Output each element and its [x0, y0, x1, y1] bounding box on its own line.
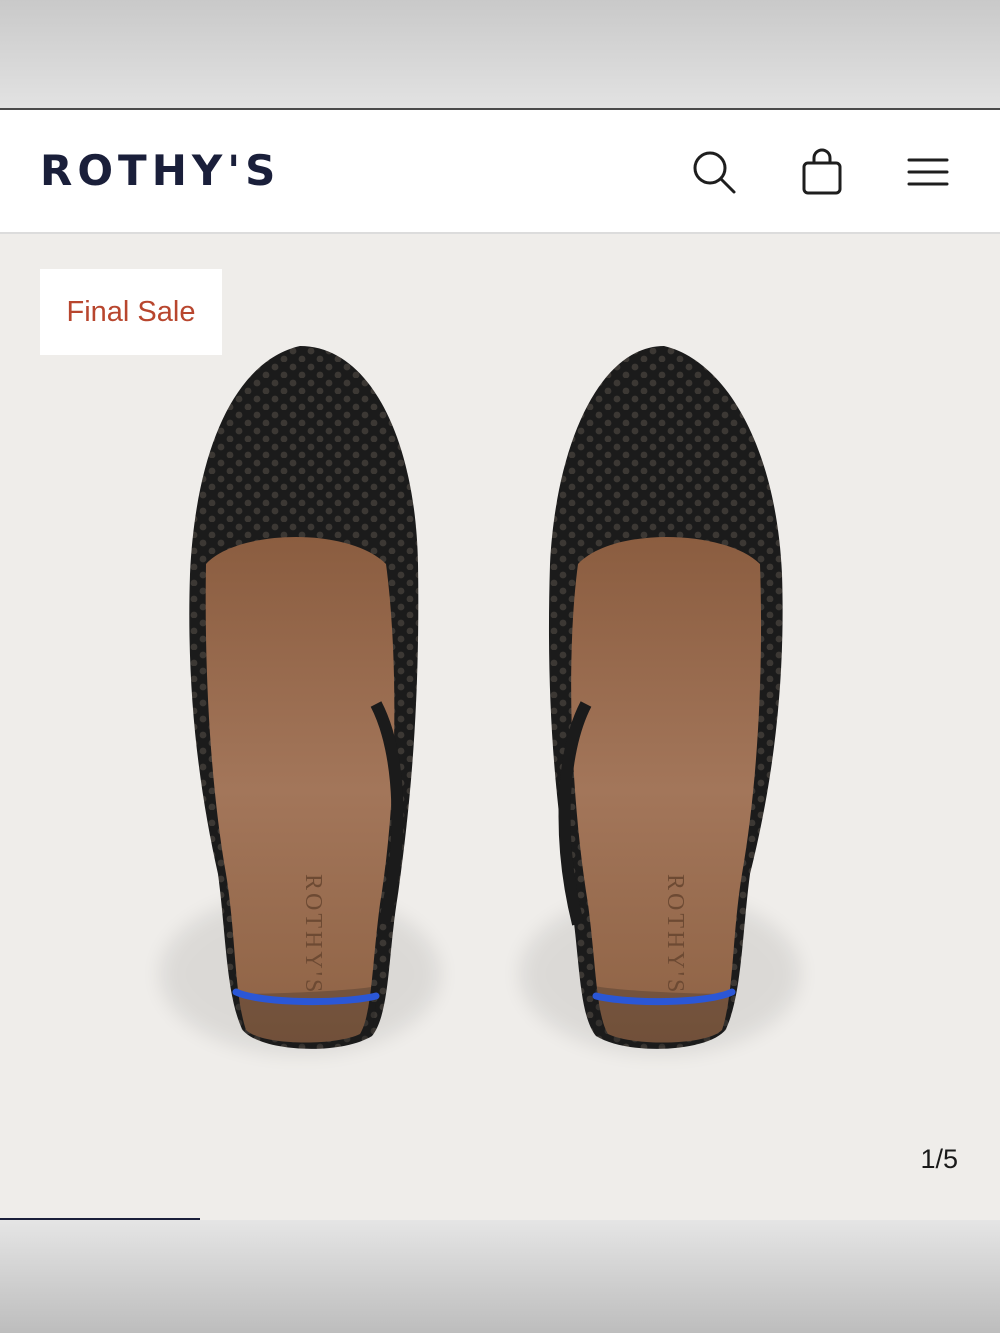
brand-logo[interactable]: ROTHY'S [40, 146, 280, 195]
menu-icon[interactable] [900, 144, 956, 200]
site-header: ROTHY'S [0, 122, 1000, 234]
shopping-bag-icon[interactable] [794, 144, 850, 200]
header-spacer [0, 110, 1000, 122]
left-shoe: ROTHY'S [160, 346, 440, 1054]
final-sale-badge: Final Sale [40, 269, 222, 355]
image-counter: 1/5 [920, 1144, 958, 1174]
product-image-shoes[interactable]: ROTHY'S ROTHY'S [0, 234, 1000, 1220]
screen-top-bezel [0, 0, 1000, 110]
insole-brand-left: ROTHY'S [300, 874, 326, 995]
search-icon[interactable] [686, 144, 742, 200]
right-shoe: ROTHY'S [520, 346, 800, 1054]
screen-bottom-bezel [0, 1220, 1000, 1333]
product-image-gallery[interactable]: ROTHY'S ROTHY'S Final Sale 1/5 [0, 234, 1000, 1220]
insole-brand-right: ROTHY'S [662, 874, 688, 995]
